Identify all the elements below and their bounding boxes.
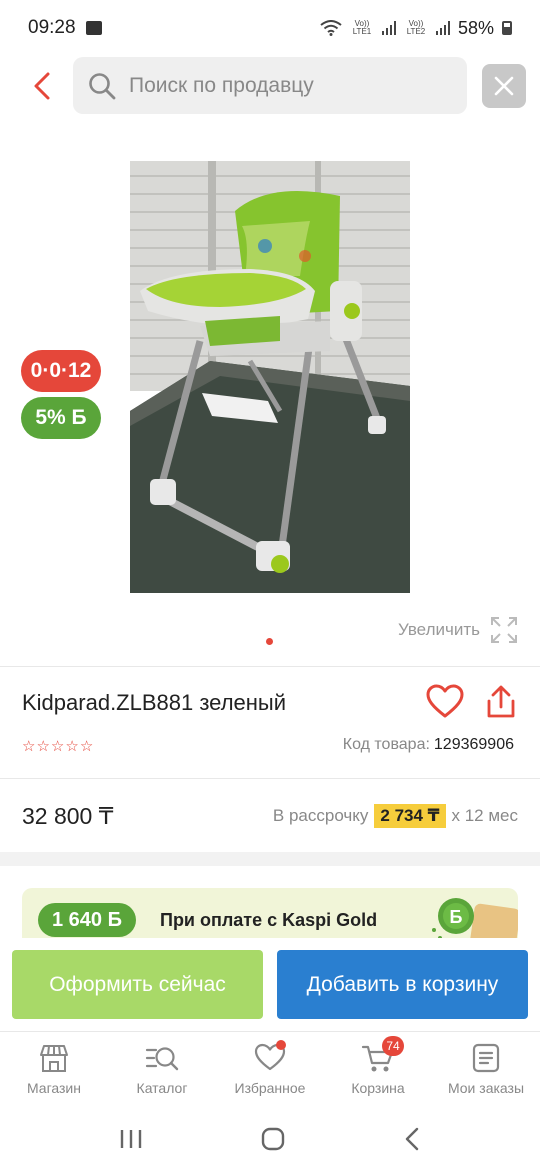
nav-catalog-label: Каталог <box>136 1080 188 1096</box>
divider <box>0 778 540 779</box>
sim2-label: Vo)) LTE2 <box>406 19 426 36</box>
gold-banner-text: При оплате с Kaspi Gold <box>160 910 378 930</box>
nav-catalog[interactable]: Каталог <box>108 1032 216 1108</box>
battery-icon <box>502 21 512 35</box>
action-bar: Оформить сейчас Добавить в корзину <box>0 938 540 1030</box>
status-right: Vo)) LTE1 Vo)) LTE2 58% <box>320 18 512 39</box>
star-icon: ☆ <box>36 738 50 755</box>
system-nav-bar <box>0 1108 540 1170</box>
expand-icon <box>491 617 517 643</box>
bottom-nav: Магазин Каталог Избранное 74 Корзина Мои… <box>0 1031 540 1108</box>
nav-orders[interactable]: Мои заказы <box>432 1032 540 1108</box>
zoom-button[interactable]: Увеличить <box>398 616 518 644</box>
share-button[interactable] <box>484 684 518 720</box>
back-nav-icon[interactable] <box>402 1126 422 1152</box>
nav-favorites-label: Избранное <box>234 1080 306 1096</box>
installment-amount: 2 734 ₸ <box>374 804 446 828</box>
product-title: Kidparad.ZLB881 зеленый <box>22 690 287 715</box>
nav-shop-label: Магазин <box>26 1080 81 1096</box>
nav-cart[interactable]: 74 Корзина <box>324 1032 432 1108</box>
product-gallery[interactable]: 0·0·12 5% Б Увеличить <box>0 116 540 666</box>
add-to-cart-button[interactable]: Добавить в корзину <box>277 950 528 1019</box>
nav-shop[interactable]: Магазин <box>0 1032 108 1108</box>
sim1-label: Vo)) LTE1 <box>352 19 372 36</box>
installment-term: х 12 мес <box>451 806 519 825</box>
buy-now-button[interactable]: Оформить сейчас <box>12 950 263 1019</box>
wifi-icon <box>320 20 342 36</box>
favorites-notification-dot <box>276 1040 286 1050</box>
shop-icon <box>40 1045 68 1072</box>
recent-apps-icon[interactable] <box>118 1127 144 1151</box>
product-price: 32 800 ₸ <box>22 803 114 829</box>
zoom-label: Увеличить <box>398 620 480 639</box>
star-icon: ☆ <box>79 738 94 755</box>
product-code-value: 129369906 <box>433 736 514 753</box>
back-button[interactable] <box>22 64 62 108</box>
installment-badge: 0·0·12 <box>21 350 101 392</box>
bonus-badge: 5% Б <box>21 397 101 439</box>
nav-cart-label: Корзина <box>351 1080 405 1096</box>
search-icon <box>89 72 116 99</box>
status-bar: 09:28 Vo)) LTE1 Vo)) LTE2 58% <box>0 0 540 56</box>
product-photo[interactable] <box>130 161 410 593</box>
nav-orders-label: Мои заказы <box>447 1080 525 1096</box>
heart-icon <box>426 684 464 718</box>
star-icon: ☆ <box>22 738 36 755</box>
header <box>0 56 540 116</box>
chevron-left-icon <box>34 72 50 100</box>
signal1-icon <box>381 21 396 35</box>
catalog-search-icon <box>145 1047 179 1071</box>
home-icon[interactable] <box>260 1126 286 1152</box>
share-icon <box>487 685 515 718</box>
cart-count-badge: 74 <box>382 1036 404 1056</box>
battery-percent: 58% <box>457 17 494 38</box>
close-button[interactable] <box>482 64 526 108</box>
star-icon: ☆ <box>65 738 79 755</box>
search-input[interactable] <box>129 73 449 98</box>
signal2-icon <box>435 21 450 35</box>
product-code-label: Код товара: <box>342 736 430 753</box>
gold-bonus-pill: 1 640 Б <box>38 903 136 937</box>
section-separator <box>0 852 540 866</box>
svg-text:Б: Б <box>450 907 463 927</box>
star-icon: ☆ <box>50 738 65 755</box>
close-icon <box>494 76 514 96</box>
rating-stars[interactable]: ☆ ☆ ☆ ☆ ☆ <box>22 737 93 755</box>
product-screen: 09:28 Vo)) LTE1 Vo)) LTE2 58% Поиск по п… <box>0 0 540 1170</box>
gallery-page-dot[interactable] <box>266 638 273 645</box>
product-code: Код товара: 129369906 <box>343 736 514 754</box>
installment-label: В рассрочку <box>272 806 369 825</box>
search-bar[interactable] <box>73 57 467 114</box>
divider <box>0 666 540 667</box>
installment-info[interactable]: В рассрочку 2 734 ₸ х 12 мес <box>273 804 518 828</box>
gallery-notification-icon <box>85 21 102 35</box>
orders-icon <box>472 1043 500 1073</box>
nav-favorites[interactable]: Избранное <box>216 1032 324 1108</box>
status-time: 09:28 <box>28 17 76 38</box>
favorite-button[interactable] <box>426 684 464 720</box>
